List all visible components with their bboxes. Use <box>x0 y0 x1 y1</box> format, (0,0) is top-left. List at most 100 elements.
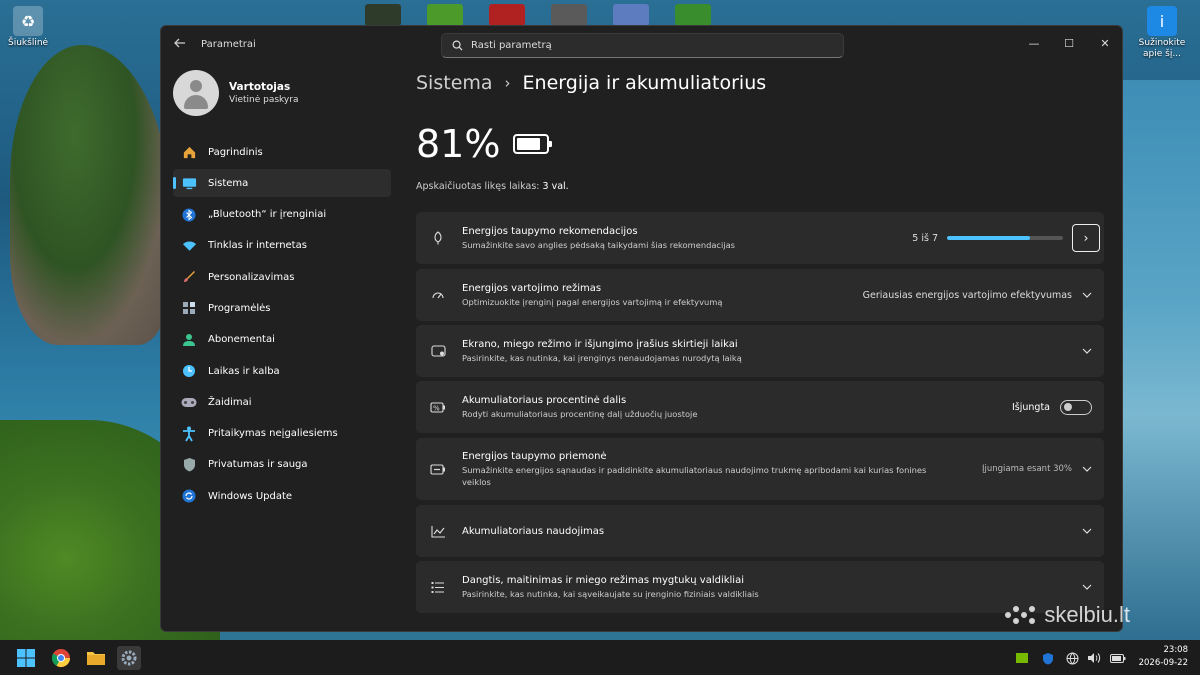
card-title: Akumuliatoriaus naudojimas <box>462 525 605 537</box>
toggle-state-label: Išjungta <box>1011 401 1050 413</box>
recycle-bin-icon: ♻ <box>13 6 44 36</box>
start-button[interactable] <box>14 646 38 670</box>
nvidia-tray-icon[interactable] <box>1014 650 1030 666</box>
desktop-recycle-bin[interactable]: ♻ Šiukšlinė <box>8 6 48 49</box>
desktop-app-icon[interactable] <box>427 4 463 26</box>
app-title: Parametrai <box>201 39 256 50</box>
breadcrumb: Sistema › Energija ir akumuliatorius <box>416 72 766 94</box>
accessibility-icon <box>181 426 197 442</box>
card-subtitle: Sumažinkite savo anglies pėdsaką taikyda… <box>462 239 736 250</box>
battery-estimate-label: Apskaičiuotas likęs laikas: <box>416 181 540 192</box>
chevron-down-icon[interactable] <box>1082 346 1092 356</box>
sidebar-item-bluetooth[interactable]: „Bluetooth“ ir įrenginiai <box>173 201 391 229</box>
desktop-app-icon[interactable] <box>613 4 649 26</box>
sidebar-item-label: Pritaikymas neįgaliesiems <box>208 428 338 440</box>
desktop-top-icons <box>365 4 711 26</box>
wallpaper-sea <box>1120 80 1200 640</box>
battery-percentage-card[interactable]: % Akumuliatoriaus procentinė dalis Rodyt… <box>416 381 1104 433</box>
card-title: Energijos taupymo rekomendacijos <box>462 225 638 237</box>
sidebar-item-label: „Bluetooth“ ir įrenginiai <box>208 209 327 221</box>
chevron-down-icon[interactable] <box>1082 464 1092 474</box>
screen-sleep-timeouts-card[interactable]: Ekrano, miego režimo ir išjungimo įrašiu… <box>416 325 1104 377</box>
minimize-button[interactable]: — <box>1017 32 1051 54</box>
sidebar-item-label: Privatumas ir sauga <box>208 459 308 471</box>
sidebar-item-label: Abonementai <box>208 334 275 346</box>
file-explorer-taskbar-button[interactable] <box>84 646 108 670</box>
breadcrumb-parent[interactable]: Sistema <box>416 72 493 94</box>
desktop-app-icon[interactable] <box>365 4 401 26</box>
sidebar-item-label: Windows Update <box>208 490 293 502</box>
power-mode-card[interactable]: Energijos vartojimo režimas Optimizuokit… <box>416 269 1104 321</box>
user-profile[interactable]: Vartotojas Vietinė paskyra <box>173 70 298 116</box>
energy-recommendations-card[interactable]: Energijos taupymo rekomendacijos Sumažin… <box>416 212 1104 264</box>
chrome-icon <box>51 649 70 668</box>
watermark-dots-icon <box>1005 606 1036 624</box>
energy-saver-threshold: Įjungiama esant 30% <box>982 464 1072 474</box>
defender-tray-icon[interactable] <box>1040 650 1056 666</box>
power-mode-dropdown-value[interactable]: Geriausias energijos vartojimo efektyvum… <box>863 290 1072 301</box>
desktop-app-icon[interactable] <box>675 4 711 26</box>
wifi-icon <box>181 238 197 254</box>
open-recommendations-button[interactable]: › <box>1072 224 1100 252</box>
desktop-icon-label: Šiukšlinė <box>8 38 49 48</box>
breadcrumb-separator: › <box>504 74 511 92</box>
search-box[interactable] <box>441 33 844 58</box>
energy-saver-icon <box>430 461 446 477</box>
time-language-icon <box>181 363 197 379</box>
search-icon <box>452 40 463 51</box>
card-title: Ekrano, miego režimo ir išjungimo įrašiu… <box>462 338 738 350</box>
desktop-app-icon[interactable] <box>551 4 587 26</box>
brush-icon <box>181 269 197 285</box>
back-button[interactable] <box>173 36 193 56</box>
maximize-button[interactable]: ☐ <box>1052 32 1086 54</box>
recommendations-progress-bar <box>947 236 1063 240</box>
chevron-down-icon[interactable] <box>1082 582 1092 592</box>
lid-power-buttons-card[interactable]: Dangtis, maitinimas ir miego režimas myg… <box>416 561 1104 613</box>
battery-tray-icon[interactable] <box>1110 650 1126 666</box>
svg-text:%: % <box>433 404 440 412</box>
sidebar-item-apps[interactable]: Programėlės <box>173 294 391 322</box>
power-mode-icon <box>430 287 446 303</box>
sidebar-item-system[interactable]: Sistema <box>173 169 391 198</box>
card-subtitle: Pasirinkite, kas nutinka, kai įrenginys … <box>462 352 742 363</box>
desktop-learn-about-picture[interactable]: i Sužinokite apie šį... <box>1136 6 1188 60</box>
network-globe-icon[interactable] <box>1064 650 1080 666</box>
sidebar-item-home[interactable]: Pagrindinis <box>173 138 391 166</box>
card-title: Akumuliatoriaus procentinė dalis <box>462 394 627 406</box>
sidebar-item-time-language[interactable]: Laikas ir kalba <box>173 357 391 385</box>
sidebar-item-label: Pagrindinis <box>208 146 263 158</box>
sidebar-item-accounts[interactable]: Abonementai <box>173 326 391 354</box>
close-button[interactable]: ✕ <box>1088 32 1122 54</box>
battery-icon <box>513 134 552 154</box>
battery-percentage-icon: % <box>430 399 446 415</box>
sidebar-item-privacy[interactable]: Privatumas ir sauga <box>173 451 391 479</box>
desktop-app-icon[interactable] <box>489 4 525 26</box>
card-subtitle: Sumažinkite energijos sąnaudas ir padidi… <box>462 464 927 487</box>
sidebar-item-label: Laikas ir kalba <box>208 365 280 377</box>
settings-taskbar-button[interactable] <box>117 646 141 670</box>
sidebar-item-personalization[interactable]: Personalizavimas <box>173 263 391 291</box>
windows-logo-icon <box>17 649 35 667</box>
gaming-icon <box>181 394 197 410</box>
battery-estimate: Apskaičiuotas likęs laikas: 3 val. <box>416 181 569 192</box>
search-input[interactable] <box>471 40 821 51</box>
taskbar-clock[interactable]: 23:08 2026-09-22 <box>1139 644 1188 670</box>
battery-usage-card[interactable]: Akumuliatoriaus naudojimas <box>416 505 1104 557</box>
sidebar-item-gaming[interactable]: Žaidimai <box>173 388 391 416</box>
chevron-down-icon[interactable] <box>1082 290 1092 300</box>
leaf-icon <box>430 230 446 246</box>
desktop-icon-label: Sužinokite apie šį... <box>1138 38 1186 59</box>
sidebar-item-accessibility[interactable]: Pritaikymas neįgaliesiems <box>173 420 391 448</box>
user-account-type: Vietinė paskyra <box>229 95 299 105</box>
chevron-down-icon[interactable] <box>1082 526 1092 536</box>
volume-icon[interactable] <box>1086 650 1102 666</box>
energy-saver-card[interactable]: Energijos taupymo priemonė Sumažinkite e… <box>416 438 1104 500</box>
gear-icon <box>121 650 137 666</box>
battery-percentage-toggle[interactable] <box>1060 399 1092 415</box>
sidebar-item-label: Tinklas ir internetas <box>208 240 307 252</box>
sidebar-item-windows-update[interactable]: Windows Update <box>173 482 391 510</box>
chrome-taskbar-button[interactable] <box>49 646 73 670</box>
title-bar: Parametrai — ☐ ✕ <box>161 26 1122 66</box>
sidebar-item-network[interactable]: Tinklas ir internetas <box>173 232 391 260</box>
battery-estimate-value: 3 val. <box>542 181 569 192</box>
